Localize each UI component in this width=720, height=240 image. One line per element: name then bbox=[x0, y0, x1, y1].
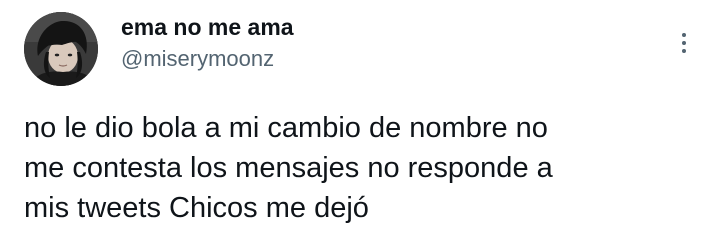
avatar[interactable] bbox=[24, 12, 98, 86]
profile-photo-icon bbox=[24, 12, 98, 86]
tweet-text-line: no le dio bola a mi cambio de nombre no bbox=[24, 112, 548, 144]
more-vertical-icon bbox=[682, 49, 686, 53]
tweet-card: ema no me ama @miserymoonz no le dio bol… bbox=[0, 0, 720, 240]
tweet-text-line: mis tweets Chicos me dejó bbox=[24, 192, 369, 224]
more-vertical-icon bbox=[682, 41, 686, 45]
username-handle[interactable]: @miserymoonz bbox=[121, 45, 294, 73]
display-name[interactable]: ema no me ama bbox=[121, 12, 294, 42]
more-vertical-icon bbox=[682, 33, 686, 37]
more-options-button[interactable] bbox=[672, 28, 696, 58]
tweet-text-line: me contesta los mensajes no responde a bbox=[24, 152, 553, 184]
author-info: ema no me ama @miserymoonz bbox=[121, 12, 294, 73]
tweet-text: no le dio bola a mi cambio de nombre no … bbox=[24, 108, 704, 228]
